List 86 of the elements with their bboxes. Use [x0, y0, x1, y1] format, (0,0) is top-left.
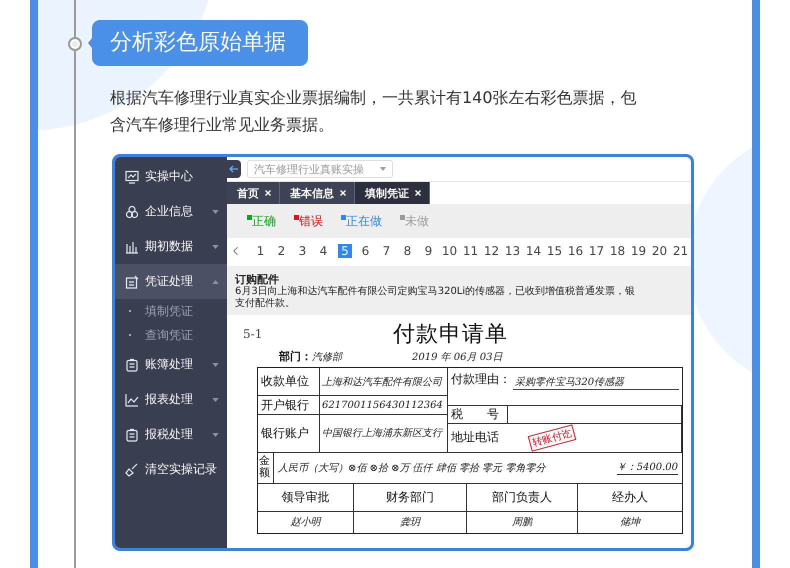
timeline-node — [68, 37, 82, 51]
table-header: 财务部门 — [354, 484, 467, 512]
caret-icon — [380, 167, 386, 171]
tab[interactable]: 基本信息 — [280, 182, 355, 204]
amount-figure: ￥：5400.00 — [616, 460, 678, 476]
page-number[interactable]: 2 — [271, 244, 292, 258]
sidebar-item[interactable]: 报表处理 — [115, 382, 227, 417]
voucher-title: 付款申请单 — [393, 321, 508, 349]
sidebar-item[interactable]: 实操中心 — [115, 159, 227, 194]
page-number[interactable]: 20 — [649, 244, 670, 258]
table-cell: 地址电话 — [448, 424, 508, 453]
arrow-left-icon — [229, 165, 239, 173]
handwritten-date: 2019 年 06月 03日 — [412, 351, 502, 364]
page-number[interactable]: 16 — [565, 244, 586, 258]
signature: 周鹏 — [467, 512, 578, 533]
table-header: 部门负责人 — [467, 484, 578, 512]
voucher-number: 5-1 — [243, 327, 264, 341]
legend-label: 正在做 — [346, 212, 382, 230]
page-number[interactable]: 19 — [628, 244, 649, 258]
close-icon[interactable] — [265, 190, 271, 196]
page-number[interactable]: 15 — [544, 244, 565, 258]
page-number[interactable]: 17 — [586, 244, 607, 258]
submenu-item[interactable]: 查询凭证 — [115, 323, 227, 347]
sidebar-item[interactable]: 企业信息 — [115, 194, 227, 229]
page-number[interactable]: 21 — [670, 244, 691, 258]
page-number[interactable]: 8 — [397, 244, 418, 258]
edit-icon — [125, 274, 139, 288]
legend-label: 错误 — [299, 212, 323, 230]
table-cell: 上海和达汽车配件有限公司 — [320, 368, 448, 396]
table-header: 领导审批 — [258, 484, 354, 512]
page-number[interactable]: 5 — [338, 244, 352, 258]
table-cell: 税 号 — [448, 406, 508, 424]
legend-label: 未做 — [405, 212, 429, 230]
page-number[interactable]: 18 — [607, 244, 628, 258]
intro-paragraph: 根据汽车修理行业真实企业票据编制，一共累计有140张左右彩色票据，包含汽车修理行业常见业务票据。 — [110, 87, 638, 136]
page-number[interactable]: 1 — [250, 244, 271, 258]
task-title: 订购配件 — [235, 273, 279, 286]
table-cell: 开户银行 — [258, 396, 320, 415]
page-number[interactable]: 11 — [460, 244, 481, 258]
monitor-icon — [125, 170, 139, 184]
sidebar-item[interactable]: 报税处理 — [115, 417, 227, 452]
sidebar-item[interactable]: 清空实操记录 — [115, 452, 227, 487]
signature: 储坤 — [619, 516, 642, 530]
table-cell: 中国银行上海浦东新区支行 — [320, 414, 448, 453]
page-number[interactable]: 4 — [313, 244, 334, 258]
page-number[interactable]: 7 — [376, 244, 397, 258]
table-cell: 金额 — [258, 452, 274, 483]
table-cell: 收款单位 — [258, 368, 320, 396]
amount-in-words: 人民币（大写）⊗佰 ⊗拾 ⊗万 伍仟 肆佰 零拾 零元 零角零分 — [278, 462, 546, 475]
clip-icon — [125, 428, 139, 442]
broom-icon — [125, 462, 139, 476]
page-number[interactable]: 12 — [481, 244, 502, 258]
table-cell: 6217001156430112364 — [320, 396, 448, 415]
tab[interactable]: 填制凭证 — [355, 182, 430, 204]
legend-label: 正确 — [252, 212, 276, 230]
page-number[interactable]: 3 — [292, 244, 313, 258]
task-description: 支付配件款。 — [235, 298, 296, 310]
page-number[interactable]: 9 — [418, 244, 439, 258]
sidebar-item[interactable]: 期初数据 — [115, 229, 227, 264]
signature: 龚玥 — [354, 512, 467, 533]
collapse-button[interactable] — [227, 160, 241, 178]
close-icon[interactable] — [340, 190, 346, 196]
chart-icon — [125, 392, 139, 406]
close-icon[interactable] — [415, 190, 421, 196]
table-cell: 银行账户 — [258, 414, 320, 453]
page-number[interactable]: 6 — [355, 244, 376, 258]
cluster-icon — [125, 204, 139, 218]
handwritten-text: 采购零件宝马320传感器 — [513, 375, 679, 390]
field-label: 付款理由： — [451, 371, 511, 388]
tab[interactable]: 首页 — [227, 182, 280, 204]
page-number[interactable]: 10 — [439, 244, 460, 258]
field-label: 部门： — [279, 349, 312, 364]
chevron-left-icon[interactable] — [233, 246, 238, 256]
section-title: 分析彩色原始单据 — [92, 20, 308, 66]
page-number[interactable]: 14 — [523, 244, 544, 258]
task-description: 6月3日向上海和达汽车配件有限公司定购宝马320Li的传感器，已收到增值税普通发票，银 — [235, 286, 636, 298]
submenu-item[interactable]: 填制凭证 — [115, 299, 227, 323]
handwritten-text: 汽修部 — [312, 350, 342, 364]
clip-icon — [125, 358, 139, 372]
signature: 赵小明 — [258, 512, 354, 533]
page-number[interactable]: 13 — [502, 244, 523, 258]
bars-icon — [125, 240, 139, 254]
sidebar-item[interactable]: 账簿处理 — [115, 347, 227, 382]
sidebar-item[interactable]: 凭证处理 — [115, 264, 227, 299]
table-header: 经办人 — [578, 484, 682, 512]
stamp: 转账付讫 — [528, 424, 576, 452]
